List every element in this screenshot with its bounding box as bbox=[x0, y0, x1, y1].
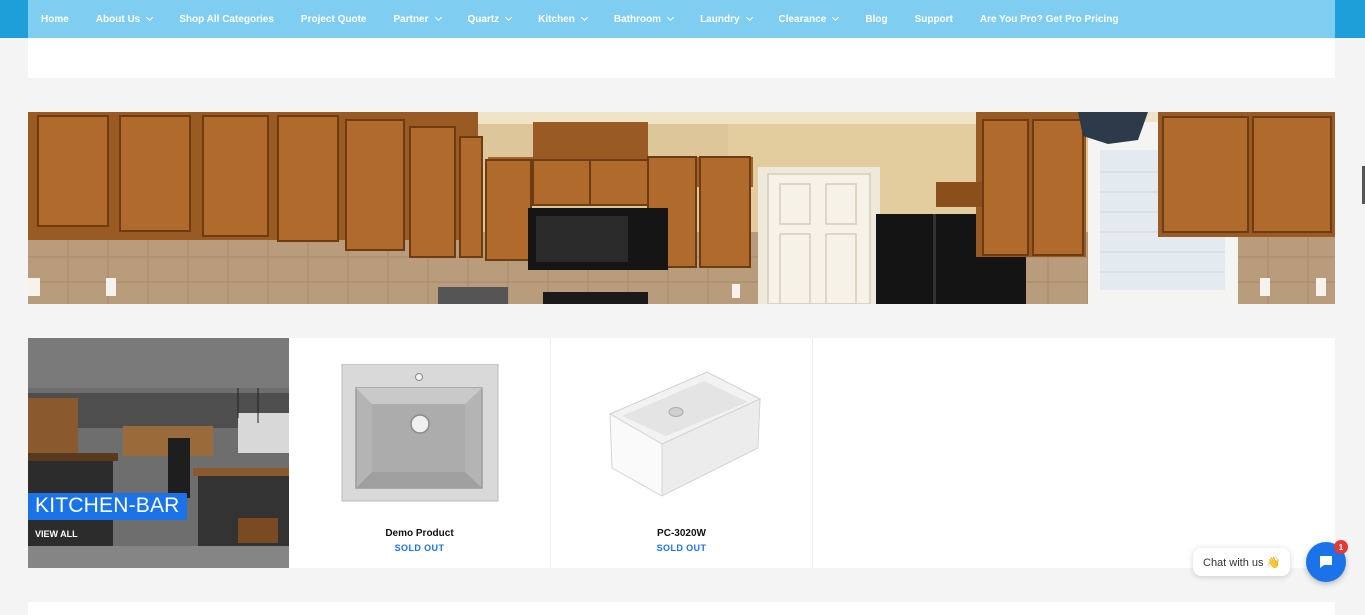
next-section bbox=[28, 602, 1335, 615]
chevron-down-icon bbox=[667, 13, 675, 22]
chevron-down-icon bbox=[146, 13, 154, 22]
nav-item-label: Quartz bbox=[467, 13, 500, 25]
product-grid: KITCHEN-BAR VIEW ALL Demo Product SOLD O… bbox=[28, 338, 1335, 568]
nav-item-label: Are You Pro? Get Pro Pricing bbox=[979, 13, 1119, 25]
nav-item-label: Bathroom bbox=[613, 13, 662, 25]
nav-item-support[interactable]: Support bbox=[915, 14, 953, 25]
nav-item-about-us[interactable]: About Us bbox=[95, 13, 154, 25]
collection-tile[interactable]: KITCHEN-BAR VIEW ALL bbox=[28, 338, 289, 568]
hero-kitchen-banner bbox=[28, 112, 1335, 304]
product-title[interactable]: Demo Product bbox=[289, 528, 550, 539]
nav-item-blog[interactable]: Blog bbox=[865, 14, 887, 25]
status-badge: SOLD OUT bbox=[656, 543, 707, 553]
nav-item-home[interactable]: Home bbox=[41, 14, 69, 25]
nav-item-kitchen[interactable]: Kitchen bbox=[538, 13, 588, 25]
nav-item-label: Support bbox=[914, 13, 953, 25]
nav-item-label: Clearance bbox=[778, 13, 827, 25]
collection-title[interactable]: KITCHEN-BAR bbox=[28, 493, 187, 520]
nav-item-label: Blog bbox=[865, 13, 888, 25]
nav-item-bathroom[interactable]: Bathroom bbox=[613, 13, 675, 25]
nav-item-clearance[interactable]: Clearance bbox=[778, 13, 840, 25]
chevron-down-icon bbox=[580, 13, 588, 22]
product-card[interactable]: PC-3020W SOLD OUT bbox=[551, 338, 813, 568]
nav-item-label: Laundry bbox=[700, 13, 740, 25]
nav-item-label: Home bbox=[41, 13, 69, 25]
product-card[interactable]: Demo Product SOLD OUT bbox=[289, 338, 551, 568]
nav-item-label: Project Quote bbox=[300, 13, 367, 25]
nav-item-label: Shop All Categories bbox=[179, 13, 274, 25]
chevron-down-icon bbox=[434, 13, 442, 22]
nav-item-partner[interactable]: Partner bbox=[393, 13, 442, 25]
notification-badge: 1 bbox=[1334, 540, 1348, 554]
chat-icon bbox=[1320, 556, 1332, 568]
farmhouse-sink-image[interactable] bbox=[602, 364, 762, 504]
chevron-down-icon bbox=[505, 13, 513, 22]
main-navigation: Home About Us Shop All Categories Project Q… bbox=[28, 0, 1335, 38]
nav-item-laundry[interactable]: Laundry bbox=[700, 13, 753, 25]
chat-prompt[interactable]: Chat with us 👋 bbox=[1193, 548, 1291, 576]
content-strip bbox=[28, 38, 1335, 78]
view-all-link[interactable]: VIEW ALL bbox=[35, 529, 78, 539]
nav-item-label: About Us bbox=[95, 13, 141, 25]
stainless-sink-image[interactable] bbox=[340, 364, 500, 504]
nav-item-label: Kitchen bbox=[538, 13, 575, 25]
kitchen-illustration bbox=[28, 112, 1335, 304]
chevron-down-icon bbox=[745, 13, 753, 22]
nav-item-are-you-pro-get-pro-pricing[interactable]: Are You Pro? Get Pro Pricing bbox=[980, 14, 1119, 25]
nav-item-shop-all-categories[interactable]: Shop All Categories bbox=[179, 14, 274, 25]
chevron-down-icon bbox=[832, 13, 840, 22]
nav-item-label: Partner bbox=[393, 13, 429, 25]
status-badge: SOLD OUT bbox=[394, 543, 445, 553]
nav-item-quartz[interactable]: Quartz bbox=[467, 13, 513, 25]
product-title[interactable]: PC-3020W bbox=[551, 528, 812, 539]
nav-item-project-quote[interactable]: Project Quote bbox=[301, 14, 367, 25]
